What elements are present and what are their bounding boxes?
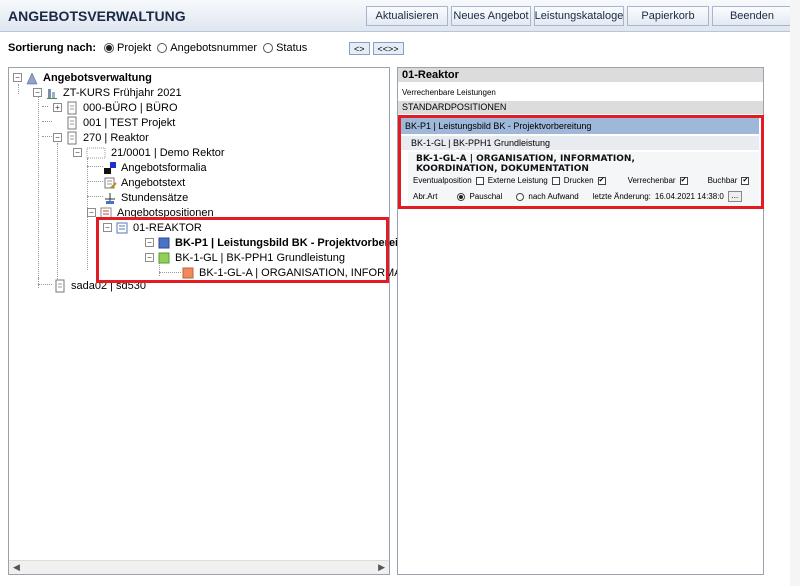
nav-first-last-button[interactable]: <<>> xyxy=(372,42,404,55)
vertical-scrollbar[interactable] xyxy=(790,0,800,586)
trash-button[interactable]: Papierkorb xyxy=(627,6,709,26)
radio-icon xyxy=(263,43,274,53)
sort-option-number[interactable]: Angebotsnummer xyxy=(157,42,257,54)
app-title: ANGEBOTSVERWALTUNG xyxy=(8,8,186,24)
tree-item[interactable]: Angebotstext xyxy=(103,175,185,190)
tree-root[interactable]: − Angebotsverwaltung xyxy=(13,70,152,85)
tree-item[interactable]: 001 | TEST Projekt xyxy=(65,115,175,130)
catalogs-button[interactable]: Leistungskataloge xyxy=(534,6,624,26)
app-header: ANGEBOTSVERWALTUNG Aktualisieren Neues A… xyxy=(0,0,800,32)
tree-line xyxy=(87,181,103,182)
tree-item[interactable]: − 270 | Reaktor xyxy=(53,130,149,145)
tree-line xyxy=(18,84,19,94)
tree-line xyxy=(38,278,39,288)
scroll-right-icon[interactable]: ▶ xyxy=(378,563,385,573)
expand-icon[interactable]: + xyxy=(53,103,62,112)
offer-icon xyxy=(85,146,107,160)
collapse-icon[interactable]: − xyxy=(87,208,96,217)
sort-bar: Sortierung nach: Projekt Angebotsnummer … xyxy=(8,42,313,54)
document-icon xyxy=(65,101,79,115)
tree-item[interactable]: Stundensätze xyxy=(103,190,188,205)
tree-line xyxy=(42,136,52,137)
tree-line xyxy=(38,284,52,285)
tree-item[interactable]: − 21/0001 | Demo Rektor xyxy=(73,145,225,160)
radio-icon xyxy=(104,43,115,53)
tree-project[interactable]: − ZT-KURS Frühjahr 2021 xyxy=(33,85,182,100)
nav-prev-next-button[interactable]: <> xyxy=(349,42,370,55)
formalia-icon xyxy=(103,161,117,175)
rates-icon xyxy=(103,191,117,205)
sort-option-status[interactable]: Status xyxy=(263,42,307,54)
tree-panel[interactable]: − Angebotsverwaltung − ZT-KURS Frühjahr … xyxy=(8,67,427,575)
tree-line xyxy=(38,96,39,286)
collapse-icon[interactable]: − xyxy=(53,133,62,142)
tree-line xyxy=(87,196,103,197)
tree-item[interactable]: Angebotsformalia xyxy=(103,160,207,175)
document-icon xyxy=(65,116,79,130)
collapse-icon[interactable]: − xyxy=(73,148,82,157)
horizontal-scrollbar[interactable]: ◀ ▶ xyxy=(9,560,389,574)
highlight-box-detail xyxy=(398,115,764,209)
exit-button[interactable]: Beenden xyxy=(712,6,792,26)
tree-line xyxy=(87,166,103,167)
detail-subtitle: Verrechenbare Leistungen xyxy=(402,88,496,97)
building-icon xyxy=(45,86,59,100)
document-icon xyxy=(53,279,67,293)
highlight-box-tree xyxy=(96,217,389,283)
detail-title: 01-Reaktor xyxy=(398,68,763,82)
office-icon xyxy=(25,71,39,85)
tree-item[interactable]: + 000-BÜRO | BÜRO xyxy=(53,100,178,115)
sort-label: Sortierung nach: xyxy=(8,42,97,54)
scroll-left-icon[interactable]: ◀ xyxy=(13,563,20,573)
refresh-button[interactable]: Aktualisieren xyxy=(366,6,448,26)
collapse-icon[interactable]: − xyxy=(13,73,22,82)
toolbar: Aktualisieren Neues Angebot Leistungskat… xyxy=(366,6,792,26)
sort-option-project[interactable]: Projekt xyxy=(104,42,151,54)
tree-line xyxy=(57,143,58,283)
text-edit-icon xyxy=(103,176,117,190)
nav-buttons: <> <<>> xyxy=(349,42,404,55)
collapse-icon[interactable]: − xyxy=(33,88,42,97)
new-offer-button[interactable]: Neues Angebot xyxy=(451,6,531,26)
tree-line xyxy=(42,121,52,122)
section-header: STANDARDPOSITIONEN xyxy=(398,101,763,114)
radio-icon xyxy=(157,43,168,53)
document-icon xyxy=(65,131,79,145)
tree-line xyxy=(42,106,48,107)
